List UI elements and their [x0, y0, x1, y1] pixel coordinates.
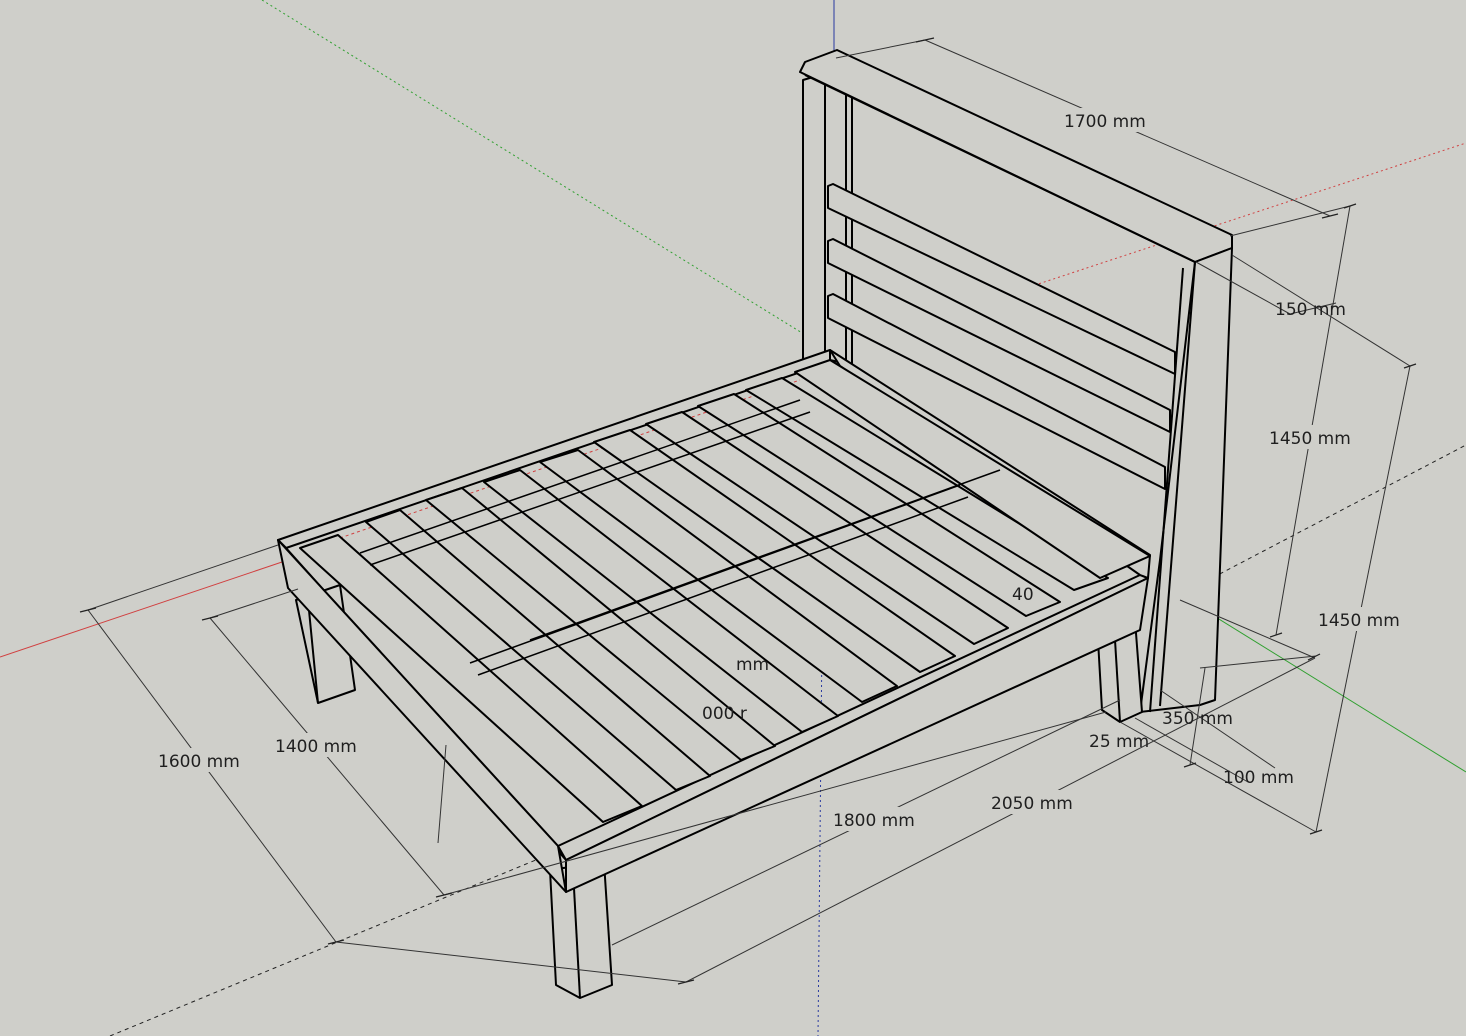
red-axis-dotted — [1019, 142, 1466, 291]
dim-partial-c: 000 r — [702, 704, 747, 724]
dim-headboard-width: 1700 mm — [1064, 112, 1146, 132]
dim-leg-depth: 350 mm — [1162, 709, 1233, 729]
dim-partial-b: mm — [736, 655, 769, 675]
dim-headboard-height-outer: 1450 mm — [1318, 611, 1400, 631]
red-axis — [0, 561, 283, 658]
dim-frame-width-outer: 1600 mm — [158, 752, 240, 772]
dim-headboard-height-inner: 1450 mm — [1269, 429, 1351, 449]
dim-frame-length-inner: 1800 mm — [833, 811, 915, 831]
headboard-top-rail — [799, 49, 1233, 263]
dim-post-width: 100 mm — [1223, 768, 1294, 788]
blue-axis-dotted — [817, 639, 823, 1036]
dim-board-thickness: 25 mm — [1089, 732, 1149, 752]
dim-headboard-rail: 150 mm — [1275, 300, 1346, 320]
guide-line-dashed — [109, 849, 561, 1036]
bed-model-drawing: 1700 mm 150 mm 1450 mm 1450 mm 350 mm 25… — [0, 0, 1466, 1036]
dim-partial-a: 40 — [1012, 585, 1034, 605]
dim-frame-length-outer: 2050 mm — [991, 794, 1073, 814]
sketchup-viewport[interactable]: 1700 mm 150 mm 1450 mm 1450 mm 350 mm 25… — [0, 0, 1466, 1036]
dim-frame-width-inner: 1400 mm — [275, 737, 357, 757]
green-axis-dotted — [261, 0, 834, 353]
